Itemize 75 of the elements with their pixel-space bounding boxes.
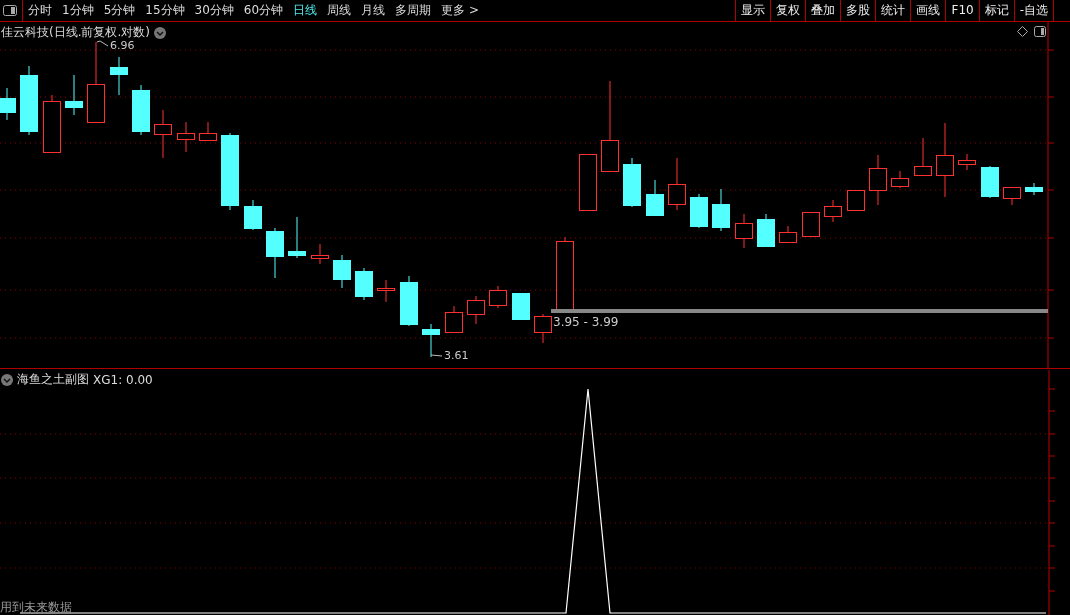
- diamond-icon[interactable]: [1017, 26, 1028, 37]
- candlestick: [1003, 186, 1021, 206]
- candlestick: [646, 179, 664, 217]
- candlestick: [467, 295, 485, 325]
- warning-note: 用到未来数据: [0, 599, 72, 615]
- high-price-label: 6.96: [110, 39, 135, 52]
- candlestick: [824, 199, 842, 223]
- candlestick: [377, 279, 395, 303]
- chevron-down-icon[interactable]: [1, 373, 13, 386]
- candlestick: [1025, 182, 1043, 196]
- toolbar-button[interactable]: 叠加: [805, 0, 841, 21]
- panel-toggle-icon[interactable]: [1034, 26, 1046, 37]
- toolbar-button[interactable]: 显示: [735, 0, 771, 21]
- toolbar-button[interactable]: 复权: [770, 0, 806, 21]
- candlestick: [668, 157, 686, 211]
- candlestick: [735, 213, 753, 249]
- period-tab[interactable]: 30分钟: [189, 2, 239, 19]
- candlestick: [512, 292, 530, 321]
- candlestick: [779, 225, 797, 244]
- chevron-down-icon[interactable]: [154, 26, 166, 39]
- low-price-label: 3.61: [444, 349, 469, 362]
- candlestick: [891, 170, 909, 189]
- candlestick: [355, 267, 373, 301]
- period-tab[interactable]: 多周期: [390, 2, 437, 19]
- candlestick: [20, 65, 38, 136]
- candlestick: [489, 285, 507, 309]
- toolbar-button[interactable]: 画线: [910, 0, 946, 21]
- candlestick: [333, 254, 351, 289]
- toolbar-button[interactable]: 统计: [875, 0, 911, 21]
- candlestick: [579, 153, 597, 211]
- period-tab[interactable]: 15分钟: [140, 2, 190, 19]
- period-tab[interactable]: 60分钟: [238, 2, 289, 19]
- candlestick: [757, 213, 775, 248]
- candlestick: [869, 154, 887, 206]
- indicator-reading: XG1: 0.00: [93, 372, 153, 387]
- candlestick: [43, 94, 61, 153]
- indicator-title: 海鱼之土副图: [17, 371, 89, 388]
- period-tab[interactable]: 1分钟: [57, 2, 99, 19]
- candlestick: [266, 227, 284, 279]
- candlestick: [847, 189, 865, 211]
- period-tab[interactable]: 分时: [23, 2, 57, 19]
- chart-title: 佳云科技(日线.前复权.对数): [1, 24, 150, 41]
- candlestick: [712, 188, 730, 232]
- candlestick: [288, 216, 306, 259]
- candlestick: [154, 109, 172, 159]
- more-menu[interactable]: 更多 >: [436, 2, 484, 19]
- candlestick: [132, 84, 150, 136]
- candlestick: [534, 313, 552, 344]
- toolbar-button[interactable]: 标记: [978, 0, 1014, 21]
- candlestick: [981, 165, 999, 199]
- candlestick: [0, 87, 16, 121]
- candlestick: [400, 275, 418, 327]
- period-tab[interactable]: 月线: [356, 2, 391, 19]
- candlestick: [802, 211, 820, 237]
- toolbar-button[interactable]: 多股: [840, 0, 876, 21]
- candlestick: [65, 74, 83, 116]
- candlestick: [958, 153, 976, 171]
- leader-line: [430, 354, 443, 357]
- toolbar-button[interactable]: F10: [945, 0, 979, 21]
- candlestick: [177, 121, 195, 153]
- candlestick: [445, 305, 463, 334]
- leader-line: [96, 40, 109, 47]
- candlestick: [422, 323, 440, 358]
- candlestick: [914, 137, 932, 176]
- candlestick: [690, 193, 708, 229]
- candlestick: [199, 121, 217, 141]
- candlestick: [311, 243, 329, 265]
- candlestick: [623, 157, 641, 208]
- candlestick: [244, 199, 262, 231]
- price-range-label: 3.95 - 3.99: [553, 315, 619, 329]
- period-tab[interactable]: 日线: [288, 2, 323, 19]
- period-tab[interactable]: 5分钟: [98, 2, 141, 19]
- panel-toggle-icon[interactable]: [3, 5, 17, 16]
- period-tab[interactable]: 周线: [322, 2, 357, 19]
- candlestick: [110, 56, 128, 96]
